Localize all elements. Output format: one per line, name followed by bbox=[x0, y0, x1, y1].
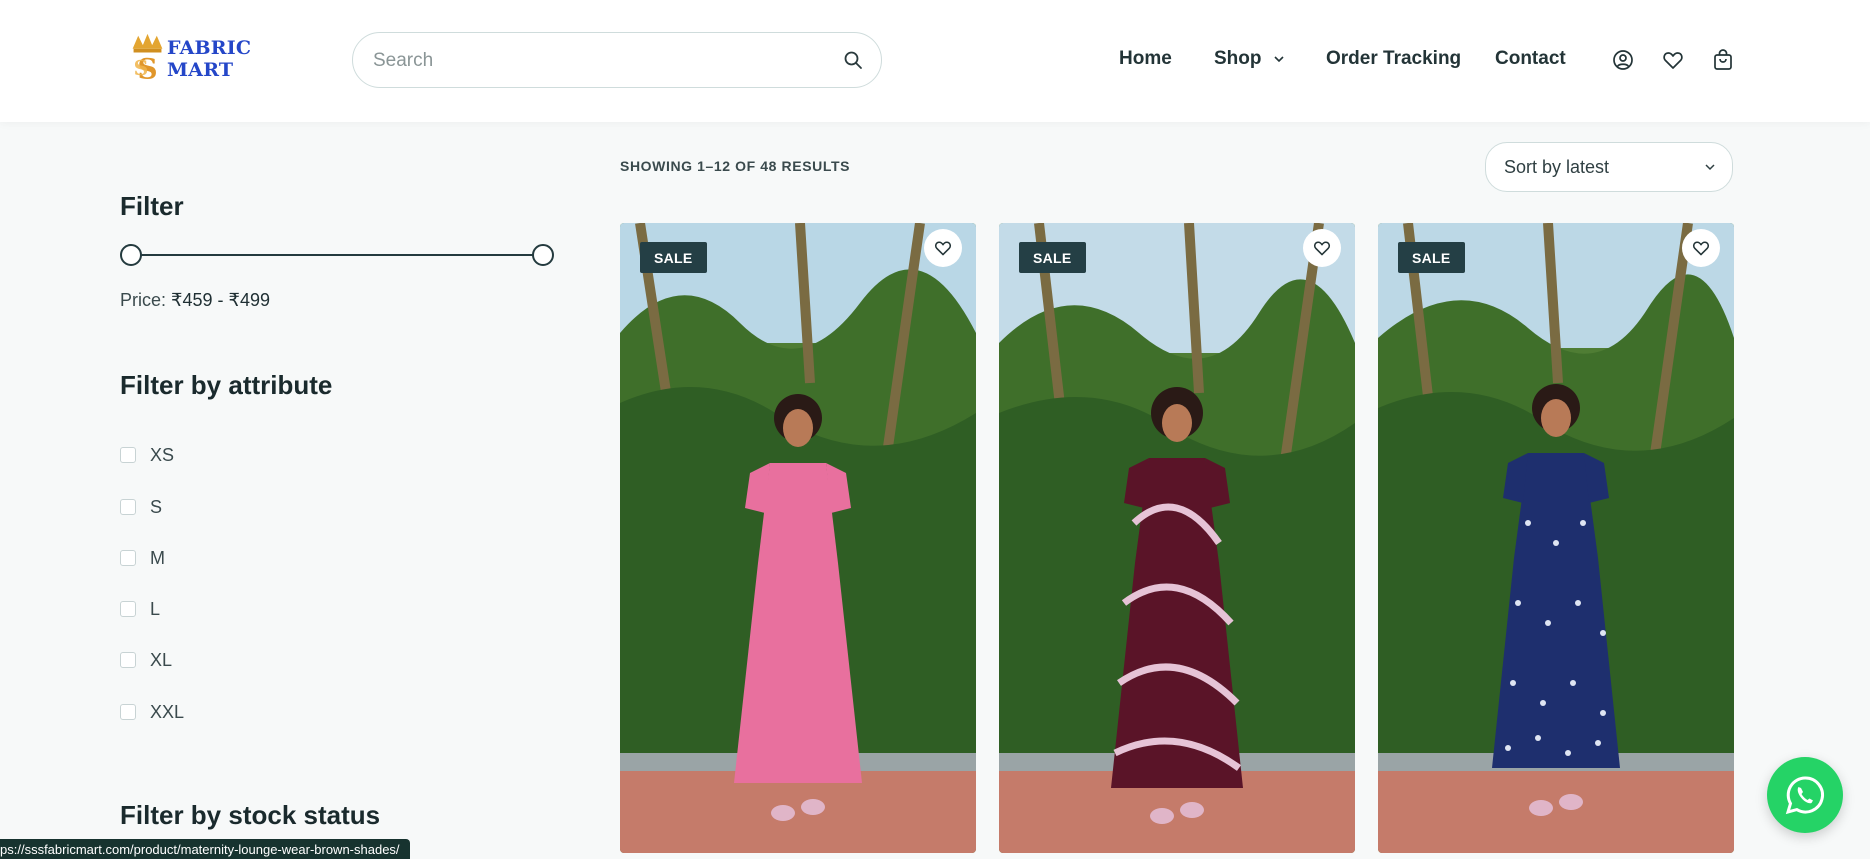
checkbox[interactable] bbox=[120, 601, 136, 617]
sort-select[interactable]: Sort by latest bbox=[1485, 142, 1733, 192]
size-option-xl[interactable]: XL bbox=[120, 649, 172, 671]
size-label: XXL bbox=[150, 701, 185, 722]
price-range-text: Price: ₹459 - ₹499 bbox=[120, 290, 270, 311]
cart-icon[interactable] bbox=[1712, 49, 1734, 71]
size-label: S bbox=[150, 496, 163, 517]
size-label: XS bbox=[150, 444, 175, 465]
nav-contact[interactable]: Contact bbox=[1495, 48, 1566, 70]
add-to-wishlist-button[interactable] bbox=[1303, 229, 1341, 267]
heart-icon bbox=[1692, 241, 1710, 256]
size-option-xs[interactable]: XS bbox=[120, 444, 174, 466]
search-icon[interactable] bbox=[843, 50, 863, 70]
nav-shop-label: Shop bbox=[1214, 48, 1262, 69]
size-option-l[interactable]: L bbox=[120, 598, 160, 620]
crown-logo-icon: S S bbox=[132, 33, 163, 86]
nav-order-tracking[interactable]: Order Tracking bbox=[1326, 48, 1461, 70]
search-input[interactable] bbox=[371, 33, 815, 88]
filter-title: Filter bbox=[120, 191, 184, 221]
product-image[interactable] bbox=[999, 223, 1355, 853]
site-logo[interactable]: S S FABRIC MART bbox=[128, 30, 313, 88]
price-slider-min-handle[interactable] bbox=[120, 244, 142, 266]
wishlist-heart-icon[interactable] bbox=[1662, 49, 1684, 71]
nav-shop[interactable]: Shop bbox=[1214, 48, 1286, 70]
chevron-down-icon bbox=[1705, 164, 1715, 171]
whatsapp-chat-button[interactable] bbox=[1767, 757, 1843, 833]
checkbox[interactable] bbox=[120, 652, 136, 668]
sale-badge: SALE bbox=[640, 242, 707, 273]
price-slider-track[interactable] bbox=[131, 254, 544, 256]
product-image[interactable] bbox=[620, 223, 976, 853]
filter-by-stock-title: Filter by stock status bbox=[120, 800, 381, 830]
results-count: SHOWING 1–12 OF 48 RESULTS bbox=[620, 158, 851, 174]
price-range-value: ₹459 - ₹499 bbox=[171, 290, 270, 310]
sort-selected-label: Sort by latest bbox=[1504, 157, 1610, 177]
product-image[interactable] bbox=[1378, 223, 1734, 853]
product-card[interactable]: SALE bbox=[1378, 223, 1734, 853]
sale-badge: SALE bbox=[1398, 242, 1465, 273]
checkbox[interactable] bbox=[120, 499, 136, 515]
site-header: S S FABRIC MART Home Shop Order Tracking… bbox=[0, 0, 1870, 122]
status-bar-url: ps://sssfabricmart.com/product/maternity… bbox=[0, 839, 410, 859]
size-label: L bbox=[150, 598, 161, 619]
size-label: XL bbox=[150, 649, 173, 670]
brand-name: FABRIC MART bbox=[167, 37, 252, 81]
heart-icon bbox=[1313, 241, 1331, 256]
search-box bbox=[352, 32, 882, 88]
size-label: M bbox=[150, 547, 165, 568]
checkbox[interactable] bbox=[120, 550, 136, 566]
checkbox[interactable] bbox=[120, 704, 136, 720]
sale-badge: SALE bbox=[1019, 242, 1086, 273]
heart-icon bbox=[934, 241, 952, 256]
size-option-m[interactable]: M bbox=[120, 547, 165, 569]
whatsapp-icon bbox=[1785, 776, 1824, 815]
size-option-xxl[interactable]: XXL bbox=[120, 701, 184, 723]
price-slider-max-handle[interactable] bbox=[532, 244, 554, 266]
nav-home[interactable]: Home bbox=[1119, 48, 1172, 70]
product-card[interactable]: SALE bbox=[999, 223, 1355, 853]
add-to-wishlist-button[interactable] bbox=[1682, 229, 1720, 267]
chevron-down-icon bbox=[1273, 56, 1284, 63]
svg-text:S: S bbox=[134, 56, 149, 80]
filter-by-attribute-title: Filter by attribute bbox=[120, 370, 333, 400]
price-label: Price: bbox=[120, 290, 167, 310]
size-option-s[interactable]: S bbox=[120, 496, 162, 518]
add-to-wishlist-button[interactable] bbox=[924, 229, 962, 267]
product-card[interactable]: SALE bbox=[620, 223, 976, 853]
account-icon[interactable] bbox=[1612, 49, 1634, 71]
checkbox[interactable] bbox=[120, 447, 136, 463]
